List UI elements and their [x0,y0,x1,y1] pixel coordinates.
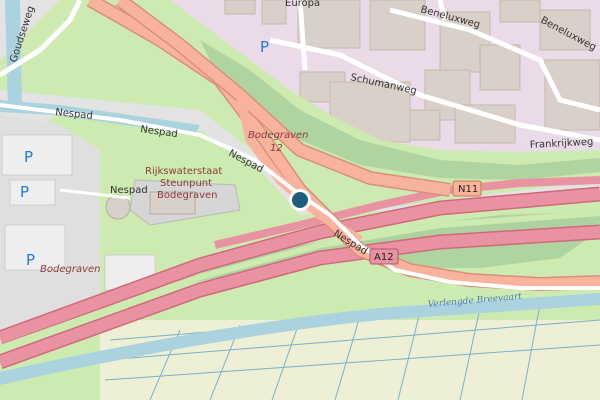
poi-label-rijkswaterstaat: Steunpunt [160,178,212,189]
place-label-bodegraven-12: 12 [270,143,283,154]
parking-icon: P [260,38,269,56]
farmland [100,320,600,400]
poi-label-rijkswaterstaat: Rijkswaterstaat [145,166,222,177]
route-shield-a12: A12 [369,248,399,265]
route-shield-n11: N11 [452,180,482,197]
parking-icon: P [20,183,29,201]
svg-text:A12: A12 [374,252,394,263]
poi-label-rijkswaterstaat: Bodegraven [157,190,217,201]
street-label-nespad: Nespad [110,185,148,196]
place-label-bodegraven-12: Bodegraven [248,130,308,141]
place-label-bodegraven: Bodegraven [40,264,100,275]
map-view[interactable]: P P P P Goudseweg Europa Beneluxweg Bene… [0,0,600,400]
street-label-europa: Europa [285,0,320,9]
parking-icon: P [26,251,35,269]
svg-text:N11: N11 [458,184,478,195]
parking-icon: P [24,148,33,166]
location-marker[interactable] [289,189,311,211]
